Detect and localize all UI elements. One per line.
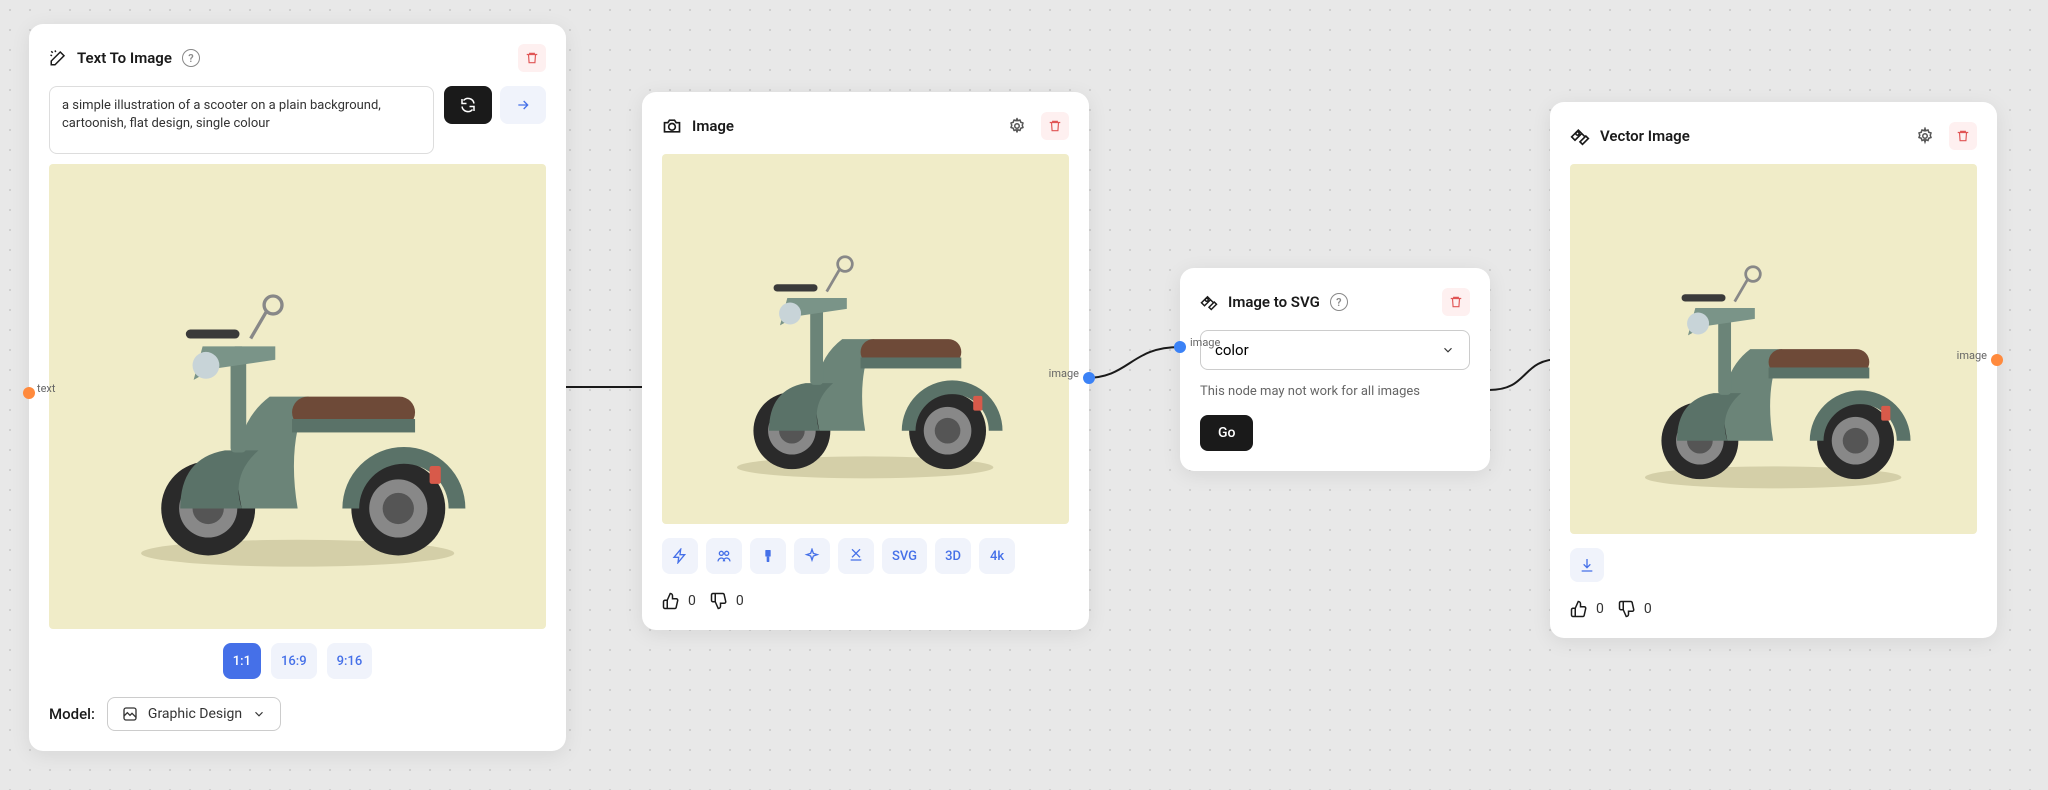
- downvote-button[interactable]: 0: [1618, 600, 1652, 618]
- delete-button[interactable]: [1949, 122, 1977, 150]
- output-port-image[interactable]: [1083, 372, 1095, 384]
- svg-button[interactable]: SVG: [882, 538, 927, 574]
- regenerate-button[interactable]: [444, 86, 492, 124]
- aspect-1-1[interactable]: 1:1: [223, 643, 261, 679]
- people-button[interactable]: [706, 538, 742, 574]
- node-title: Vector Image: [1600, 127, 1690, 145]
- port-label-text: text: [37, 382, 56, 395]
- model-value: Graphic Design: [148, 706, 242, 722]
- node-image-to-svg: Image to SVG ? color This node may not w…: [1180, 268, 1490, 471]
- go-button[interactable]: Go: [1200, 415, 1253, 451]
- downvote-count: 0: [736, 593, 744, 609]
- delete-button[interactable]: [518, 44, 546, 72]
- mode-select[interactable]: color: [1200, 330, 1470, 370]
- help-icon[interactable]: ?: [1330, 293, 1348, 311]
- upvote-button[interactable]: 0: [662, 592, 696, 610]
- vector-preview: [1570, 164, 1977, 534]
- input-port-text[interactable]: [23, 387, 35, 399]
- node-title: Image: [692, 117, 734, 135]
- wand-icon: [49, 49, 67, 67]
- downvote-button[interactable]: 0: [710, 592, 744, 610]
- chevron-down-icon: [1441, 343, 1455, 357]
- brush-button[interactable]: [750, 538, 786, 574]
- crop-button[interactable]: [838, 538, 874, 574]
- enhance-button[interactable]: [662, 538, 698, 574]
- scooter-illustration: [682, 156, 1048, 522]
- delete-button[interactable]: [1442, 288, 1470, 316]
- 4k-button[interactable]: 4k: [979, 538, 1015, 574]
- aspect-9-16[interactable]: 9:16: [327, 643, 373, 679]
- node-title: Image to SVG: [1228, 293, 1320, 311]
- upvote-count: 0: [1596, 601, 1604, 617]
- 3d-button[interactable]: 3D: [935, 538, 971, 574]
- settings-button[interactable]: [1911, 122, 1939, 150]
- submit-button[interactable]: [500, 86, 546, 124]
- upvote-count: 0: [688, 593, 696, 609]
- port-label-out: image: [1049, 367, 1079, 380]
- prompt-input[interactable]: [49, 86, 434, 154]
- image-preview: [662, 154, 1069, 524]
- model-label: Model:: [49, 705, 95, 723]
- downvote-count: 0: [1644, 601, 1652, 617]
- chevron-down-icon: [252, 707, 266, 721]
- warning-text: This node may not work for all images: [1200, 384, 1470, 399]
- settings-button[interactable]: [1003, 112, 1031, 140]
- upvote-button[interactable]: 0: [1570, 600, 1604, 618]
- aspect-ratio-group: 1:1 16:9 9:16: [49, 643, 546, 679]
- scooter-illustration: [1590, 166, 1956, 532]
- camera-icon: [662, 116, 682, 136]
- output-port-image[interactable]: [1991, 354, 2003, 366]
- scooter-illustration: [74, 173, 521, 620]
- delete-button[interactable]: [1041, 112, 1069, 140]
- pen-tool-icon: [1570, 126, 1590, 146]
- node-title: Text To Image: [77, 49, 172, 67]
- node-text-to-image: Text To Image ?: [29, 24, 566, 751]
- input-port-image[interactable]: [1174, 341, 1186, 353]
- aspect-16-9[interactable]: 16:9: [271, 643, 317, 679]
- model-select[interactable]: Graphic Design: [107, 697, 281, 731]
- port-label-out: image: [1957, 349, 1987, 362]
- help-icon[interactable]: ?: [182, 49, 200, 67]
- pen-tool-icon: [1200, 293, 1218, 311]
- port-label-in: image: [1190, 336, 1220, 349]
- magic-button[interactable]: [794, 538, 830, 574]
- download-button[interactable]: [1570, 548, 1604, 582]
- generated-image: [49, 164, 546, 629]
- node-vector-image: Vector Image: [1550, 102, 1997, 638]
- node-image: Image: [642, 92, 1089, 630]
